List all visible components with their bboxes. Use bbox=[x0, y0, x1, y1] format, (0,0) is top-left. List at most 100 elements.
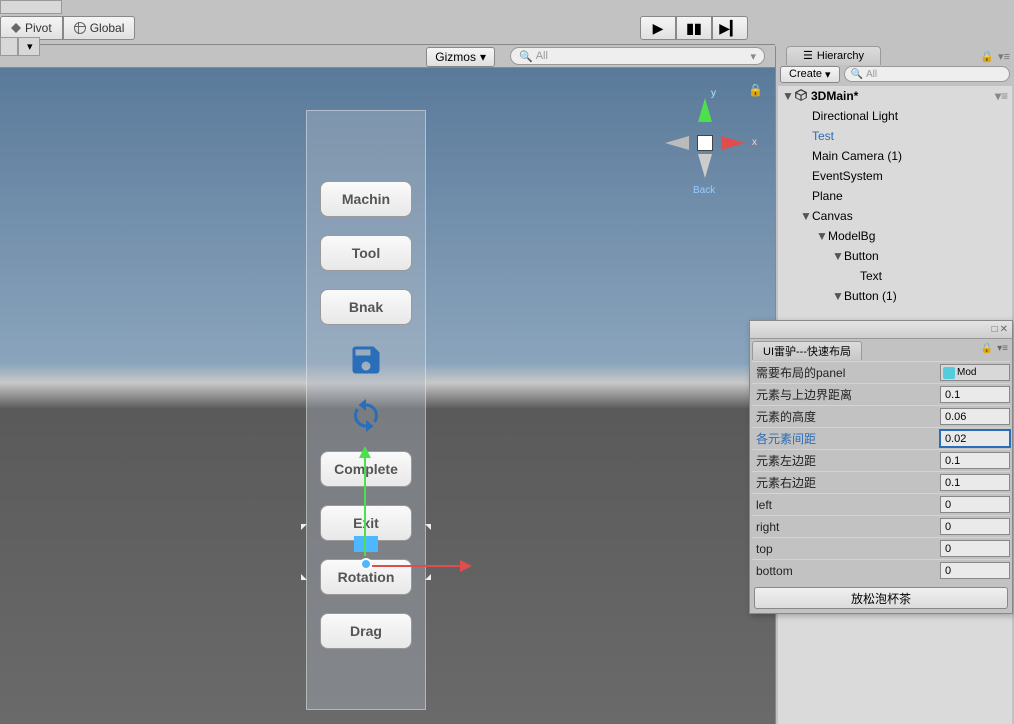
float-input[interactable]: 0 bbox=[940, 540, 1010, 557]
chevron-down-icon: ▾ bbox=[750, 50, 756, 63]
tree-item[interactable]: ▼Canvas bbox=[778, 206, 1012, 226]
item-label: Button (1) bbox=[844, 289, 897, 303]
step-button[interactable]: ▶▎ bbox=[712, 16, 748, 40]
top-toolbar: Pivot Global ▶ ▮▮ ▶▎ bbox=[0, 0, 1014, 44]
scene-view: ▾ Gizmos ▾ 🔍 All ▾ 🔒 y x Back Machin bbox=[0, 44, 775, 724]
item-label: Directional Light bbox=[812, 109, 898, 123]
gizmo-x-axis[interactable] bbox=[721, 136, 745, 150]
float-input[interactable]: 0 bbox=[940, 518, 1010, 535]
scene-row[interactable]: ▼ 3DMain* ▾≡ bbox=[778, 86, 1012, 106]
item-label: Canvas bbox=[812, 209, 853, 223]
layout-tool-window[interactable]: □ ✕ UI雷驴---快速布局 🔒 ▾≡ 需要布局的panel Mod 元素与上… bbox=[749, 320, 1013, 614]
scene-tab-left[interactable] bbox=[0, 37, 18, 56]
pivot-icon bbox=[11, 23, 21, 33]
foldout-icon[interactable]: ▼ bbox=[832, 289, 844, 303]
pause-button[interactable]: ▮▮ bbox=[676, 16, 712, 40]
gizmos-dropdown[interactable]: Gizmos ▾ bbox=[426, 47, 495, 67]
foldout-icon[interactable]: ▼ bbox=[800, 209, 812, 223]
scene-name: 3DMain* bbox=[811, 89, 858, 103]
close-icon[interactable]: ✕ bbox=[1000, 324, 1008, 335]
scene-search[interactable]: 🔍 All ▾ bbox=[510, 47, 765, 65]
hierarchy-title: Hierarchy bbox=[817, 50, 864, 62]
selection-tri-bl bbox=[301, 568, 307, 580]
prop-row: left0 bbox=[752, 493, 1010, 515]
ui-button-drag[interactable]: Drag bbox=[320, 613, 412, 649]
gizmo-left-cone[interactable] bbox=[665, 136, 689, 150]
float-input[interactable]: 0 bbox=[940, 562, 1010, 579]
lock-icon[interactable]: 🔒 bbox=[981, 343, 993, 354]
selection-tri-tl bbox=[301, 524, 307, 536]
prop-label: 需要布局的panel bbox=[752, 364, 940, 381]
window-body: 需要布局的panel Mod 元素与上边界距离0.1 元素的高度0.06 各元素… bbox=[750, 359, 1012, 613]
scene-header: ▾ Gizmos ▾ 🔍 All ▾ bbox=[0, 44, 775, 68]
float-input[interactable]: 0.1 bbox=[940, 386, 1010, 403]
gizmo-down-cone[interactable] bbox=[698, 154, 712, 178]
float-input[interactable]: 0.1 bbox=[940, 452, 1010, 469]
globe-icon bbox=[74, 22, 86, 34]
prop-row: right0 bbox=[752, 515, 1010, 537]
selection-center-dot[interactable] bbox=[360, 558, 372, 570]
float-input[interactable]: 0.02 bbox=[940, 430, 1010, 447]
prop-row: top0 bbox=[752, 537, 1010, 559]
window-titlebar[interactable]: □ ✕ bbox=[750, 321, 1012, 339]
foldout-icon[interactable]: ▼ bbox=[816, 229, 828, 243]
foldout-icon[interactable]: ▼ bbox=[782, 89, 794, 103]
ui-button-tool[interactable]: Tool bbox=[320, 235, 412, 271]
canvas-panel[interactable]: Machin Tool Bnak Complete Exit Rotation … bbox=[306, 110, 426, 710]
chevron-down-icon[interactable]: ▾≡ bbox=[995, 89, 1008, 103]
window-tab[interactable]: UI雷驴---快速布局 bbox=[752, 341, 862, 360]
selection-tri-tr bbox=[425, 524, 431, 536]
tree-item[interactable]: ▼Button bbox=[778, 246, 1012, 266]
panel-content: Machin Tool Bnak Complete Exit Rotation … bbox=[307, 111, 425, 659]
tree-item[interactable]: Test bbox=[778, 126, 1012, 146]
ui-button-reset[interactable] bbox=[346, 397, 386, 433]
float-input[interactable]: 0.06 bbox=[940, 408, 1010, 425]
search-icon: 🔍 bbox=[851, 69, 863, 80]
tree-item[interactable]: Main Camera (1) bbox=[778, 146, 1012, 166]
lock-icon[interactable]: 🔒 bbox=[748, 83, 763, 97]
scene-viewport[interactable]: 🔒 y x Back Machin Tool Bnak bbox=[0, 68, 775, 724]
hierarchy-tab[interactable]: ☰ Hierarchy bbox=[786, 46, 881, 65]
run-layout-button[interactable]: 放松泡杯茶 bbox=[754, 587, 1008, 609]
context-menu-icon[interactable]: ▾≡ bbox=[997, 343, 1008, 354]
save-icon bbox=[348, 342, 384, 381]
ui-button-save[interactable] bbox=[346, 343, 386, 379]
ui-button-machin[interactable]: Machin bbox=[320, 181, 412, 217]
window-options: 🔒 ▾≡ bbox=[981, 343, 1008, 354]
global-button[interactable]: Global bbox=[63, 16, 136, 40]
item-label: EventSystem bbox=[812, 169, 883, 183]
tree-item[interactable]: EventSystem bbox=[778, 166, 1012, 186]
play-icon: ▶ bbox=[653, 20, 664, 37]
float-input[interactable]: 0.1 bbox=[940, 474, 1010, 491]
lock-icon[interactable]: 🔒 bbox=[980, 50, 994, 63]
gizmo-cube[interactable] bbox=[697, 135, 713, 151]
btn-label: Bnak bbox=[349, 299, 383, 315]
foldout-icon[interactable]: ▼ bbox=[832, 249, 844, 263]
item-label: ModelBg bbox=[828, 229, 875, 243]
tree-item[interactable]: Plane bbox=[778, 186, 1012, 206]
gizmo-y-axis[interactable] bbox=[698, 98, 712, 122]
context-menu-icon[interactable]: ▾≡ bbox=[998, 50, 1010, 63]
prop-row: 元素左边距0.1 bbox=[752, 449, 1010, 471]
float-input[interactable]: 0 bbox=[940, 496, 1010, 513]
tree-item[interactable]: ▼ModelBg bbox=[778, 226, 1012, 246]
play-button[interactable]: ▶ bbox=[640, 16, 676, 40]
scene-tab-dropdown[interactable]: ▾ bbox=[18, 37, 40, 56]
tree-item[interactable]: ▼Button (1) bbox=[778, 286, 1012, 306]
hierarchy-search[interactable]: 🔍 All bbox=[844, 66, 1010, 82]
tree-item[interactable]: Directional Light bbox=[778, 106, 1012, 126]
object-name: Mod bbox=[957, 367, 976, 378]
prop-label: left bbox=[752, 498, 940, 512]
prop-label: 元素的高度 bbox=[752, 408, 940, 425]
prop-row: 元素右边距0.1 bbox=[752, 471, 1010, 493]
object-field[interactable]: Mod bbox=[940, 364, 1010, 381]
orientation-gizmo[interactable]: y x Back bbox=[665, 98, 745, 188]
create-dropdown[interactable]: Create ▾ bbox=[780, 66, 840, 83]
gizmo-back-label: Back bbox=[693, 185, 715, 196]
pivot-label: Pivot bbox=[25, 21, 52, 35]
top-left-tab bbox=[0, 0, 62, 14]
maximize-icon[interactable]: □ bbox=[992, 324, 998, 335]
tree-item[interactable]: Text bbox=[778, 266, 1012, 286]
ui-button-bnak[interactable]: Bnak bbox=[320, 289, 412, 325]
prop-label: 元素左边距 bbox=[752, 452, 940, 469]
